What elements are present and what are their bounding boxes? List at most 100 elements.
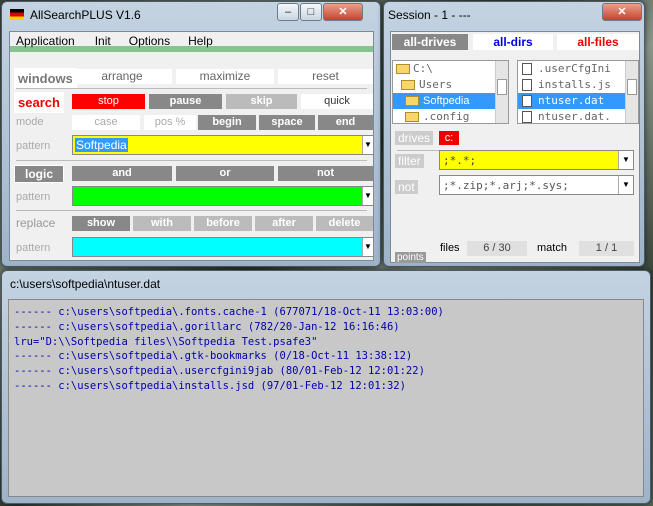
dir-item-selected[interactable]: Softpedia: [393, 93, 508, 109]
begin-button[interactable]: begin: [198, 115, 256, 130]
directory-tree[interactable]: C:\ Users Softpedia .config: [392, 60, 509, 124]
tab-all-dirs[interactable]: all-dirs: [473, 34, 553, 50]
and-button[interactable]: and: [72, 166, 172, 181]
hidden-toolbar-strip: [10, 46, 373, 52]
pattern3-label: pattern: [16, 242, 51, 254]
main-window: AllSearchPLUS V1.6 – □ ✕ Application Ini…: [1, 1, 381, 267]
output-line: lru="D:\\Softpedia files\\Softpedia Test…: [14, 335, 318, 348]
main-titlebar[interactable]: AllSearchPLUS V1.6 – □ ✕: [2, 2, 380, 29]
file-scrollbar[interactable]: [625, 61, 638, 123]
pos-percent-button[interactable]: pos %: [144, 115, 196, 130]
search-label: search: [14, 92, 64, 113]
output-line: ------ c:\users\softpedia\.gtk-bookmarks…: [14, 350, 413, 363]
pattern1-label: pattern: [16, 140, 51, 152]
file-icon: [522, 79, 532, 91]
pattern1-value: Softpedia: [75, 138, 128, 152]
output-line: ------ c:\users\softpedia\.usercfgini9ja…: [14, 365, 425, 378]
points-label: points: [395, 252, 426, 263]
filter-value: ;*.*;: [443, 154, 477, 167]
folder-open-icon: [405, 96, 419, 106]
logic-label: logic: [14, 165, 65, 183]
reset-button[interactable]: reset: [278, 69, 373, 84]
filter-dropdown-icon[interactable]: ▼: [618, 151, 633, 169]
drives-label: drives: [395, 131, 434, 145]
not-button[interactable]: not: [278, 166, 373, 181]
delete-button[interactable]: delete: [316, 216, 373, 231]
output-window: c:\users\softpedia\ntuser.dat ------ c:\…: [1, 270, 651, 504]
dir-item[interactable]: .config: [393, 109, 508, 123]
or-button[interactable]: or: [176, 166, 274, 181]
before-button[interactable]: before: [194, 216, 252, 231]
file-item-selected[interactable]: ntuser.dat: [518, 93, 638, 109]
file-icon: [522, 111, 532, 123]
after-button[interactable]: after: [255, 216, 313, 231]
tab-all-drives[interactable]: all-drives: [392, 34, 468, 50]
not-dropdown-icon[interactable]: ▼: [618, 176, 633, 194]
filter-label: filter: [395, 154, 424, 168]
maximize-windows-button[interactable]: maximize: [176, 69, 274, 84]
file-scroll-thumb[interactable]: [627, 79, 637, 95]
divider: [16, 160, 367, 161]
case-button[interactable]: case: [72, 115, 140, 130]
file-icon: [522, 63, 532, 75]
stop-button[interactable]: stop: [72, 94, 145, 109]
session-titlebar[interactable]: Session - 1 - --- ✕: [384, 2, 644, 29]
file-item[interactable]: .userCfgIni: [518, 61, 638, 77]
not-value: ;*.zip;*.arj;*.sys;: [443, 179, 569, 192]
pattern2-input[interactable]: ▼: [72, 186, 374, 206]
output-text-area[interactable]: ------ c:\users\softpedia\.fonts.cache-1…: [8, 299, 644, 497]
pattern1-dropdown-icon[interactable]: ▼: [362, 136, 373, 154]
dir-item[interactable]: Users: [393, 77, 508, 93]
output-line: ------ c:\users\softpedia\.gorillarc (78…: [14, 320, 400, 333]
not-label: not: [395, 180, 418, 194]
space-button[interactable]: space: [259, 115, 315, 130]
windows-label: windows: [14, 68, 77, 89]
with-button[interactable]: with: [133, 216, 191, 231]
file-item[interactable]: ntuser.dat.: [518, 109, 638, 123]
arrange-button[interactable]: arrange: [72, 69, 172, 84]
divider: [16, 210, 367, 211]
filter-input[interactable]: ;*.*; ▼: [439, 150, 634, 170]
session-close-button[interactable]: ✕: [602, 3, 642, 21]
main-client: Application Init Options Help windows ar…: [9, 31, 374, 261]
tab-all-files[interactable]: all-files: [557, 34, 639, 50]
files-label: files: [440, 242, 460, 254]
pattern2-dropdown-icon[interactable]: ▼: [362, 187, 373, 205]
mode-label: mode: [16, 116, 44, 128]
output-line: ------ c:\users\softpedia\.fonts.cache-1…: [14, 306, 444, 318]
dir-item[interactable]: C:\: [393, 61, 508, 77]
close-button[interactable]: ✕: [323, 3, 363, 21]
output-window-title: c:\users\softpedia\ntuser.dat: [10, 277, 161, 291]
end-button[interactable]: end: [318, 115, 373, 130]
file-icon: [522, 95, 532, 107]
maximize-button[interactable]: □: [300, 3, 322, 21]
not-input[interactable]: ;*.zip;*.arj;*.sys; ▼: [439, 175, 634, 195]
pattern1-input[interactable]: Softpedia ▼: [72, 135, 374, 155]
session-window-title: Session - 1 - ---: [388, 8, 471, 22]
app-flag-icon: [10, 9, 24, 20]
pause-button[interactable]: pause: [149, 94, 222, 109]
dir-scroll-thumb[interactable]: [497, 79, 507, 95]
folder-open-icon: [401, 80, 415, 90]
output-line: ------ c:\users\softpedia\installs.jsd (…: [14, 379, 406, 392]
match-label: match: [537, 242, 567, 254]
divider: [16, 88, 367, 89]
folder-open-icon: [396, 64, 410, 74]
pattern3-input[interactable]: ▼: [72, 237, 374, 257]
folder-icon: [405, 112, 419, 122]
files-count: 6 / 30: [467, 241, 527, 256]
quick-button[interactable]: quick: [301, 94, 373, 109]
main-window-title: AllSearchPLUS V1.6: [30, 8, 141, 22]
session-client: all-drives all-dirs all-files C:\ Users …: [390, 31, 640, 263]
output-titlebar[interactable]: c:\users\softpedia\ntuser.dat: [2, 271, 650, 298]
show-button[interactable]: show: [72, 216, 130, 231]
pattern3-dropdown-icon[interactable]: ▼: [362, 238, 373, 256]
skip-button[interactable]: skip: [226, 94, 297, 109]
file-list[interactable]: .userCfgIni installs.js ntuser.dat ntuse…: [517, 60, 639, 124]
file-item[interactable]: installs.js: [518, 77, 638, 93]
drive-value[interactable]: c:: [439, 131, 459, 145]
replace-label: replace: [16, 216, 56, 230]
minimize-button[interactable]: –: [277, 3, 299, 21]
dir-scrollbar[interactable]: [495, 61, 508, 123]
match-count: 1 / 1: [579, 241, 634, 256]
